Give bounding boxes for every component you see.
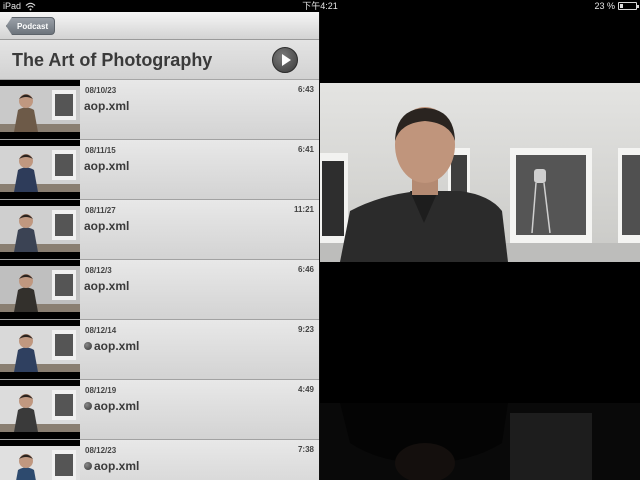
new-dot-icon [84,402,92,410]
status-time: 下午4:21 [302,1,338,11]
status-bar: iPad 下午4:21 23 % [0,0,640,12]
podcast-title: The Art of Photography [12,50,213,70]
navigation-bar: Podcast [0,12,319,40]
episode-thumbnail [0,140,80,199]
video-player[interactable] [320,12,640,480]
episode-name: aop.xml [84,279,129,293]
episode-duration: 6:43 [297,85,314,94]
episode-thumbnail [0,380,80,439]
episode-name: aop.xml [84,219,129,233]
episode-date: 08/11/27 [85,206,116,215]
episode-duration: 6:41 [297,145,314,154]
video-frame[interactable] [320,83,640,262]
episode-name-text: aop.xml [84,159,130,173]
episode-date: 08/12/14 [85,326,117,335]
status-right: 23 % [594,0,639,12]
episode-name: aop.xml [84,99,129,113]
episode-duration: 7:38 [297,445,314,454]
episode-name: aop.xml [84,339,139,353]
episode-name-text: aop.xml [94,339,140,353]
video-reflection [320,403,640,480]
episode-name-text: aop.xml [84,219,130,233]
episode-name: aop.xml [84,459,139,473]
episode-thumbnail [0,260,80,319]
episode-name-text: aop.xml [84,99,130,113]
episode-row[interactable]: 08/11/15 6:41 aop.xml [0,140,319,200]
episode-date: 08/12/3 [85,266,112,275]
episode-date: 08/10/23 [85,86,117,95]
play-icon [282,54,291,66]
episode-panel: Podcast The Art of Photography 08/10/23 … [0,12,320,480]
podcast-header: The Art of Photography [0,40,319,80]
episode-row[interactable]: 08/12/19 4:49 aop.xml [0,380,319,440]
episode-row[interactable]: 08/10/23 6:43 aop.xml [0,80,319,140]
episode-name-text: aop.xml [84,279,130,293]
episode-duration: 6:46 [297,265,314,274]
episode-duration: 11:21 [293,205,314,214]
battery-percent: 23 % [594,1,615,11]
episode-row[interactable]: 08/12/3 6:46 aop.xml [0,260,319,320]
episode-name: aop.xml [84,159,129,173]
episode-thumbnail [0,440,80,480]
episode-thumbnail [0,320,80,379]
episode-row[interactable]: 08/12/14 9:23 aop.xml [0,320,319,380]
battery-fill [620,4,624,8]
episode-thumbnail [0,80,80,139]
episode-duration: 4:49 [297,385,314,394]
new-dot-icon [84,462,92,470]
episode-date: 08/12/19 [85,386,117,395]
episode-date: 08/12/23 [85,446,117,455]
back-button[interactable]: Podcast [6,17,56,35]
episode-duration: 9:23 [297,325,314,334]
episode-row[interactable]: 08/11/27 11:21 aop.xml [0,200,319,260]
play-button[interactable] [272,47,298,73]
episode-name-text: aop.xml [94,459,140,473]
episode-date: 08/11/15 [85,146,116,155]
episode-row[interactable]: 08/12/23 7:38 aop.xml [0,440,319,480]
episode-name: aop.xml [84,399,139,413]
episode-list: 08/10/23 6:43 aop.xml 08/11/15 6:41 aop.… [0,80,319,480]
episode-thumbnail [0,200,80,259]
new-dot-icon [84,342,92,350]
battery-icon [618,2,639,10]
episode-name-text: aop.xml [94,399,140,413]
